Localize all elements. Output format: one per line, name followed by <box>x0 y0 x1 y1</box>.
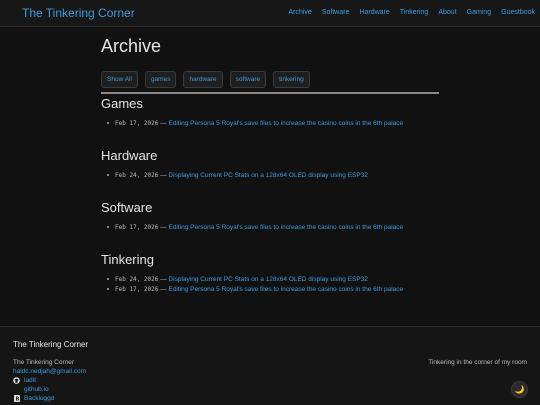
post-date: Feb 17, 2026 <box>115 120 159 127</box>
main-nav: Archive Software Hardware Tinkering Abou… <box>278 9 535 16</box>
github-icon <box>13 377 20 384</box>
footer-link-backloggd[interactable]: B Backloggd <box>13 395 54 402</box>
post-list: Feb 24, 2026 — Displaying Current PC Sta… <box>101 275 439 295</box>
separator: — <box>160 120 167 127</box>
footer-name: The Tinkering Corner <box>13 359 75 366</box>
separator: — <box>160 172 167 179</box>
footer-link-github[interactable]: ladit <box>13 377 36 384</box>
tag-hardware[interactable]: hardware <box>183 71 223 88</box>
footer-email-link[interactable]: haldc.nedjah@gmail.com <box>13 368 86 375</box>
tag-tinkering[interactable]: tinkering <box>273 71 310 88</box>
list-item: Feb 24, 2026 — Displaying Current PC Sta… <box>107 171 439 181</box>
list-item: Feb 24, 2026 — Displaying Current PC Sta… <box>107 275 439 285</box>
post-link[interactable]: Displaying Current PC Stats on a 128x64 … <box>168 172 367 179</box>
post-date: Feb 24, 2026 <box>115 276 159 283</box>
backloggd-icon: B <box>13 395 20 402</box>
footer-link-label: Backloggd <box>24 395 55 402</box>
post-date: Feb 17, 2026 <box>115 224 159 231</box>
nav-tinkering[interactable]: Tinkering <box>400 9 429 16</box>
post-link[interactable]: Displaying Current PC Stats on a 128x64 … <box>168 276 367 283</box>
section-heading: Games <box>101 96 143 111</box>
separator: — <box>160 286 167 293</box>
nav-guestbook[interactable]: Guestbook <box>501 9 535 16</box>
section-tinkering: Tinkering Feb 24, 2026 — Displaying Curr… <box>101 250 439 295</box>
theme-toggle-button[interactable]: 🌙 <box>511 381 528 398</box>
list-item: Feb 17, 2026 — Editing Persona 5 Royal's… <box>107 119 439 129</box>
site-footer: The Tinkering Corner The Tinkering Corne… <box>0 326 540 405</box>
bullet-icon <box>107 225 109 228</box>
footer-tagline: Tinkering in the corner of my room <box>428 359 527 366</box>
post-link[interactable]: Editing Persona 5 Royal's save files to … <box>168 120 403 127</box>
list-item: Feb 17, 2026 — Editing Persona 5 Royal's… <box>107 223 439 233</box>
post-link[interactable]: Editing Persona 5 Royal's save files to … <box>168 224 403 231</box>
archive-main: Archive Show All games hardware software… <box>101 36 439 295</box>
tag-filter-bar: Show All games hardware software tinkeri… <box>101 71 439 94</box>
site-header: The Tinkering Corner Archive Software Ha… <box>0 0 540 27</box>
list-item: Feb 17, 2026 — Editing Persona 5 Royal's… <box>107 285 439 295</box>
nav-software[interactable]: Software <box>322 9 350 16</box>
footer-link-label: ladit <box>24 377 36 384</box>
site-title-link[interactable]: The Tinkering Corner <box>22 6 135 20</box>
separator: — <box>160 276 167 283</box>
footer-title: The Tinkering Corner <box>13 340 89 349</box>
moon-icon: 🌙 <box>514 385 525 394</box>
bullet-icon <box>107 121 109 124</box>
post-list: Feb 17, 2026 — Editing Persona 5 Royal's… <box>101 119 439 129</box>
nav-archive[interactable]: Archive <box>288 9 311 16</box>
nav-hardware[interactable]: Hardware <box>359 9 389 16</box>
post-link[interactable]: Editing Persona 5 Royal's save files to … <box>168 286 403 293</box>
post-list: Feb 24, 2026 — Displaying Current PC Sta… <box>101 171 439 181</box>
page-title: Archive <box>101 36 162 56</box>
section-games: Games Feb 17, 2026 — Editing Persona 5 R… <box>101 94 439 129</box>
post-date: Feb 24, 2026 <box>115 172 159 179</box>
tag-software[interactable]: software <box>229 71 267 88</box>
post-date: Feb 17, 2026 <box>115 286 159 293</box>
section-heading: Software <box>101 200 153 215</box>
separator: — <box>160 224 167 231</box>
nav-about[interactable]: About <box>438 9 456 16</box>
tag-show-all[interactable]: Show All <box>101 71 138 88</box>
bullet-icon <box>107 173 109 176</box>
bullet-icon <box>107 287 109 290</box>
footer-link-label: github.io <box>24 386 49 393</box>
section-software: Software Feb 17, 2026 — Editing Persona … <box>101 198 439 233</box>
svg-text:B: B <box>15 397 19 403</box>
post-list: Feb 17, 2026 — Editing Persona 5 Royal's… <box>101 223 439 233</box>
section-heading: Hardware <box>101 148 158 163</box>
footer-link-githubio[interactable]: github.io <box>13 386 49 393</box>
bullet-icon <box>107 277 109 280</box>
nav-gaming[interactable]: Gaming <box>467 9 492 16</box>
section-heading: Tinkering <box>101 252 154 267</box>
tag-games[interactable]: games <box>144 71 177 88</box>
section-hardware: Hardware Feb 24, 2026 — Displaying Curre… <box>101 146 439 181</box>
